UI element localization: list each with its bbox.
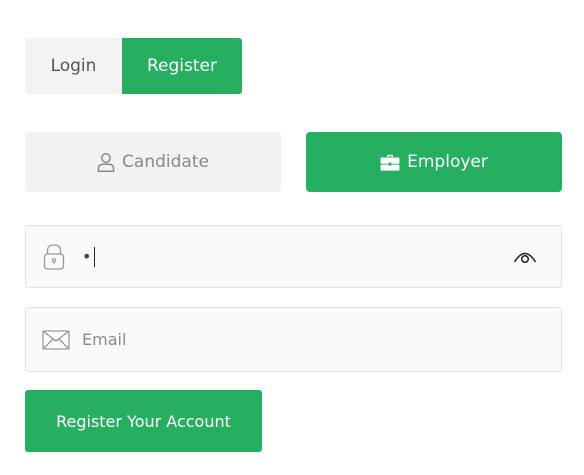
password-field[interactable] [25, 225, 562, 288]
email-input[interactable] [82, 324, 502, 355]
password-input[interactable] [82, 241, 502, 272]
user-icon [97, 152, 115, 172]
envelope-icon [42, 329, 70, 350]
auth-tabs: Login Register [25, 38, 242, 94]
email-field[interactable] [25, 307, 562, 372]
candidate-label: Candidate [122, 152, 209, 172]
tab-login[interactable]: Login [25, 38, 122, 94]
register-form: Login Register Candidate Employer • Emai… [0, 0, 584, 475]
candidate-button[interactable]: Candidate [25, 132, 281, 192]
tab-register[interactable]: Register [122, 38, 242, 94]
register-account-button[interactable]: Register Your Account [25, 390, 262, 452]
employer-label: Employer [407, 152, 488, 172]
text-caret [94, 246, 95, 267]
padlock-icon [42, 243, 66, 271]
employer-button[interactable]: Employer [306, 132, 562, 192]
briefcase-icon [380, 154, 400, 171]
eye-icon[interactable] [513, 249, 537, 265]
